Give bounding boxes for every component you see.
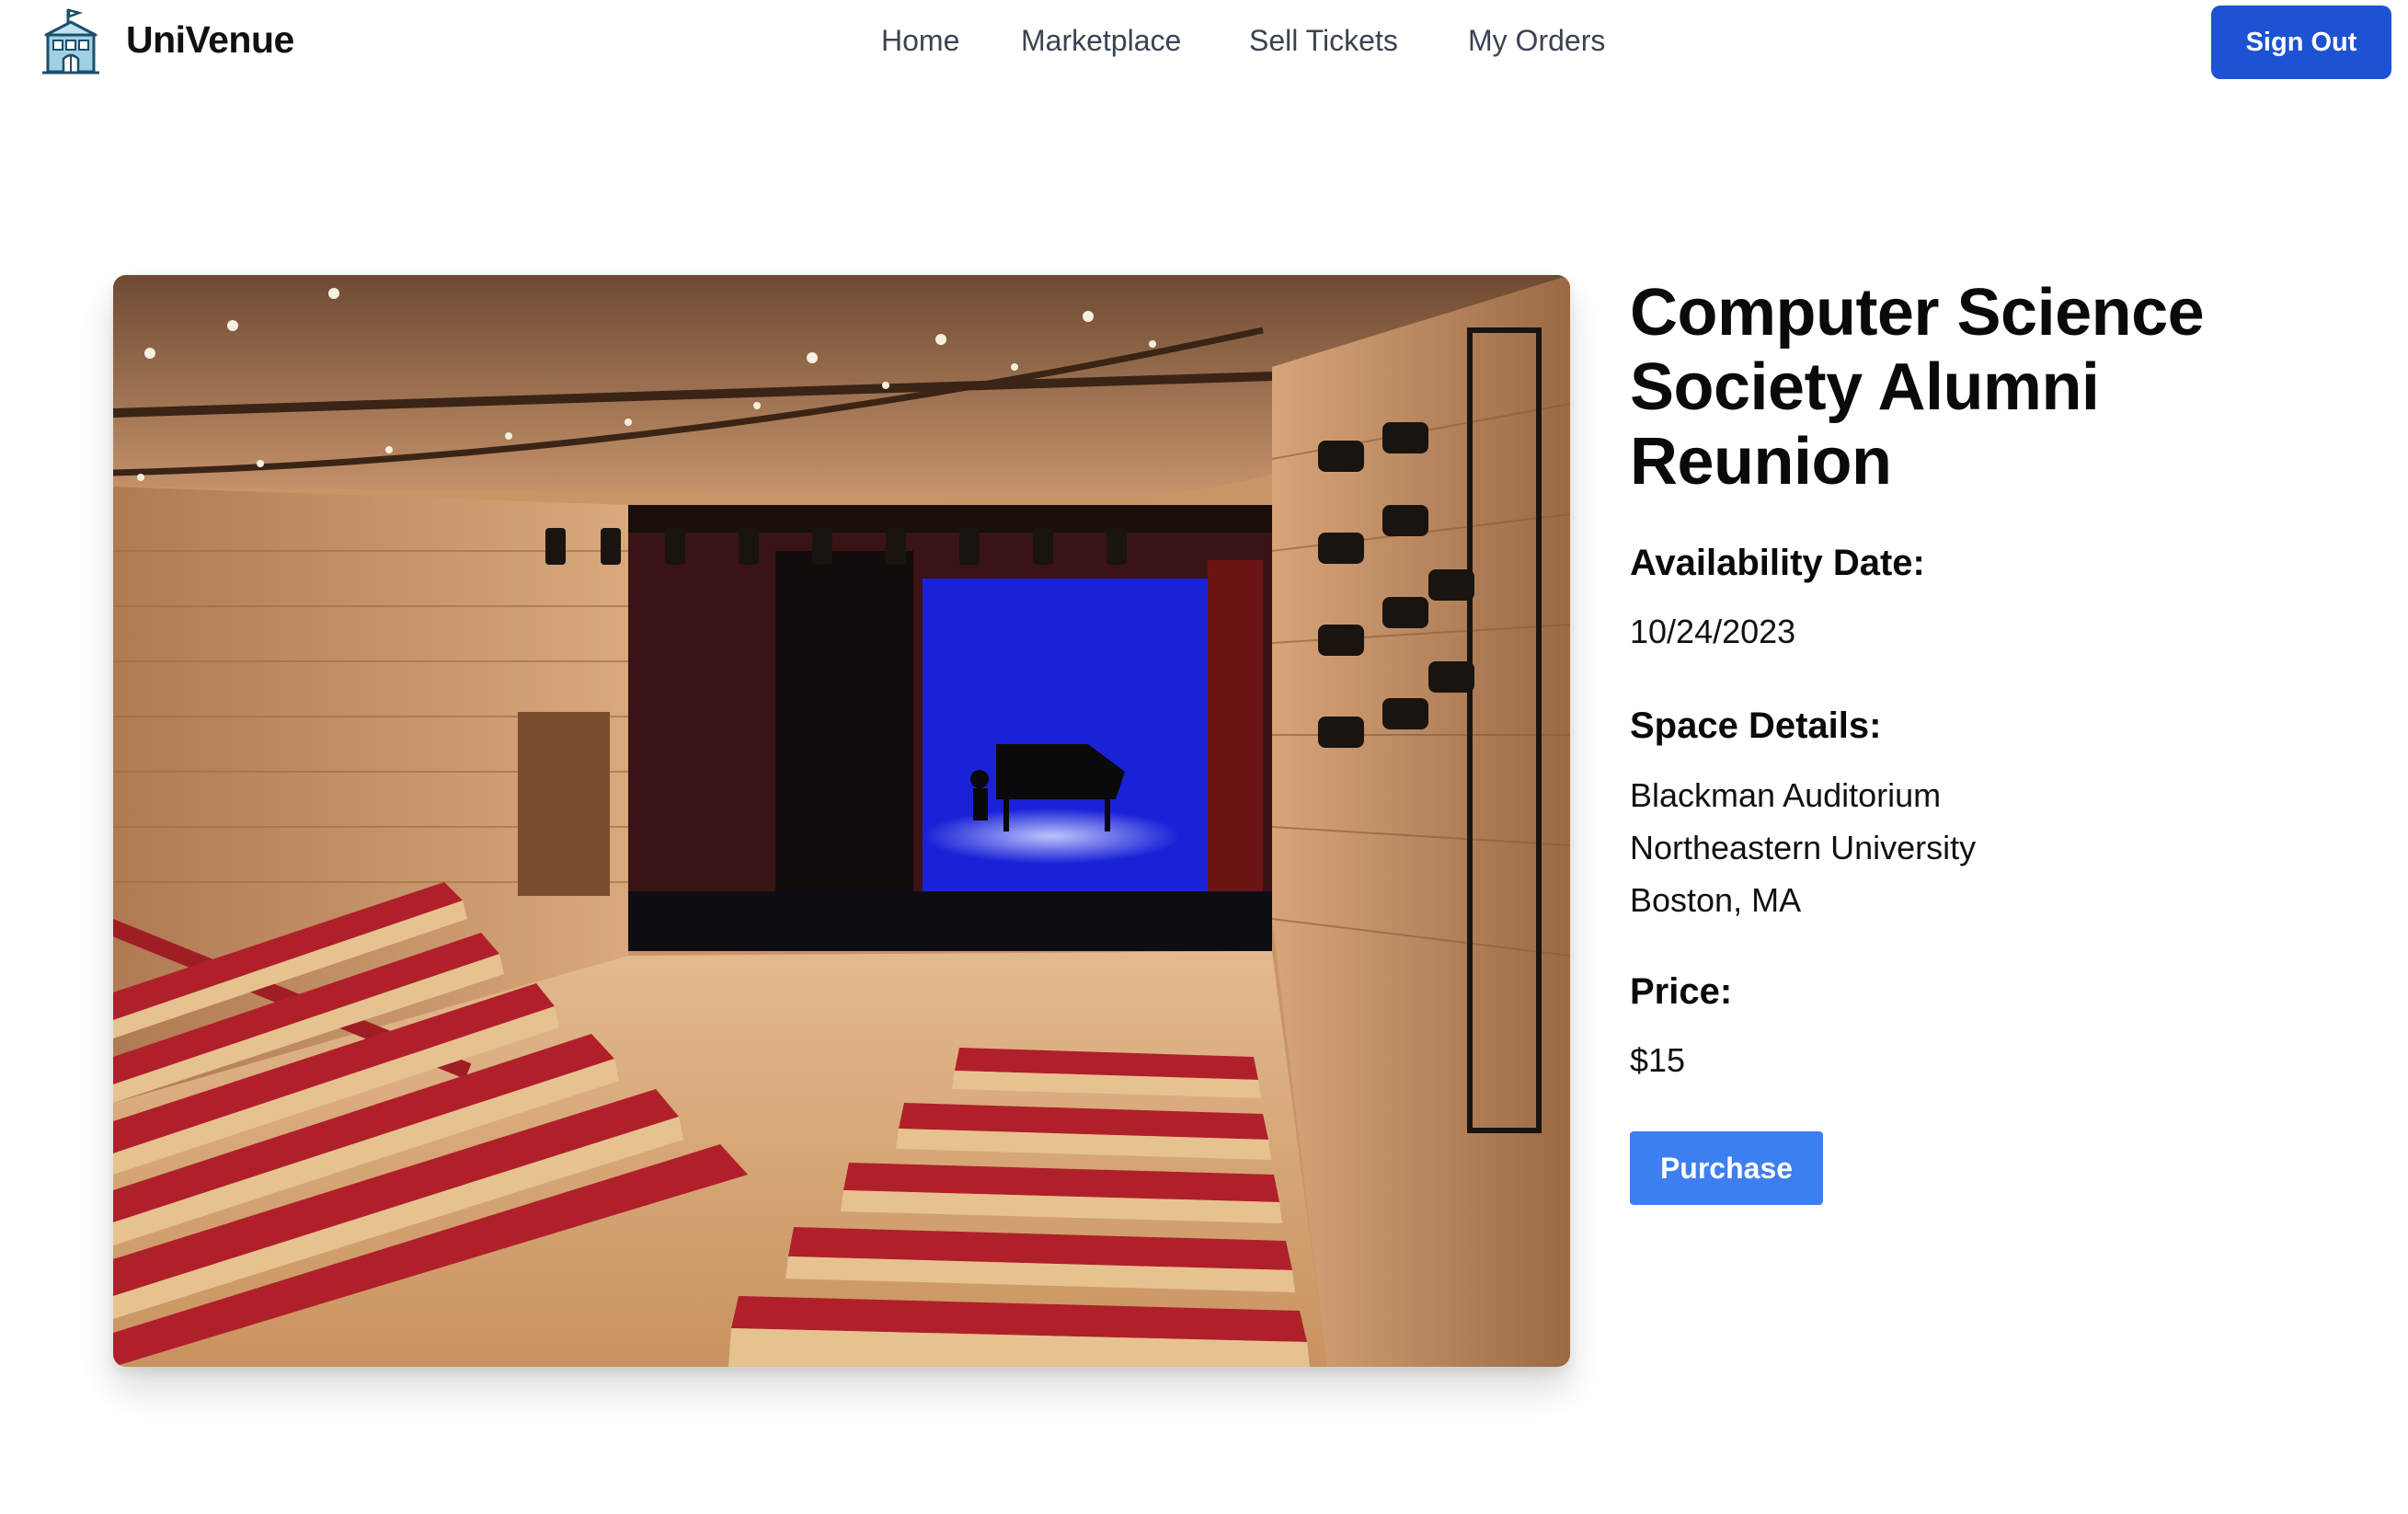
- top-nav-bar: UniVenue Home Marketplace Sell Tickets M…: [0, 0, 2408, 85]
- space-details-venue: Blackman Auditorium: [1630, 776, 1942, 814]
- sign-out-button[interactable]: Sign Out: [2211, 6, 2391, 79]
- nav-marketplace-link[interactable]: Marketplace: [1021, 24, 1181, 58]
- availability-date-value: 10/24/2023: [1630, 613, 1796, 650]
- purchase-button[interactable]: Purchase: [1630, 1131, 1823, 1205]
- space-details-university: Northeastern University: [1630, 829, 1977, 866]
- space-details-label: Space Details:: [1630, 705, 1882, 746]
- event-title: Computer Science Society Alumni Reunion: [1630, 276, 2205, 499]
- space-details-city: Boston, MA: [1630, 881, 1802, 919]
- brand-name[interactable]: UniVenue: [126, 18, 294, 62]
- price-value: $15: [1630, 1041, 1686, 1079]
- nav-sell-tickets-link[interactable]: Sell Tickets: [1249, 24, 1398, 58]
- price-label: Price:: [1630, 971, 1733, 1012]
- nav-my-orders-link[interactable]: My Orders: [1468, 24, 1605, 58]
- auditorium-photo: [113, 275, 1570, 1367]
- school-building-icon[interactable]: [40, 7, 101, 75]
- availability-date-label: Availability Date:: [1630, 543, 1925, 583]
- nav-home-link[interactable]: Home: [881, 24, 959, 58]
